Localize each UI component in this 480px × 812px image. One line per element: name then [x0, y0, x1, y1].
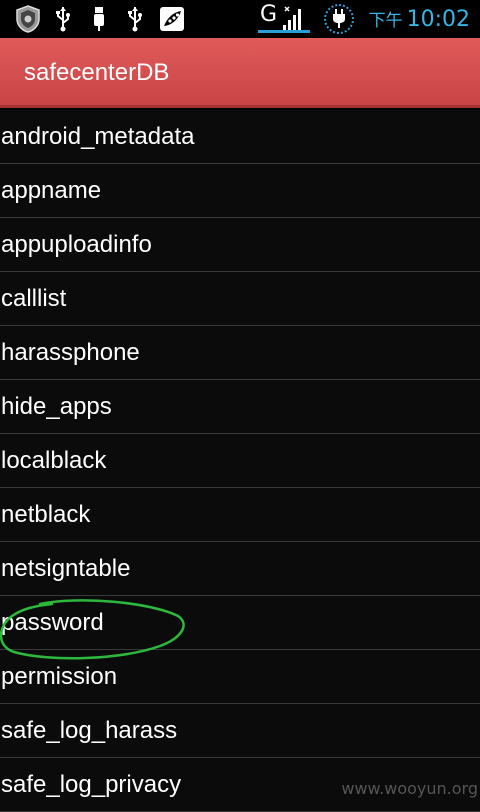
title-bar: safecenterDB — [0, 38, 480, 108]
list-item[interactable]: safe_log_harass — [0, 704, 480, 758]
list-item[interactable]: netsigntable — [0, 542, 480, 596]
list-item-label: harassphone — [1, 339, 140, 366]
list-item-label: safe_log_privacy — [1, 771, 182, 798]
list-item-label: netsigntable — [1, 555, 131, 582]
usb-icon — [124, 0, 146, 38]
list-item[interactable]: appuploadinfo — [0, 218, 480, 272]
network-type: G — [260, 2, 278, 27]
clock-time: 10:02 — [406, 7, 470, 32]
clock-period: 下午 — [368, 11, 403, 31]
list-item-label: android_metadata — [1, 123, 195, 150]
list-item-label: netblack — [1, 501, 91, 528]
usb-icon — [52, 0, 74, 38]
list-item[interactable]: android_metadata — [0, 110, 480, 164]
list-item[interactable]: localblack — [0, 434, 480, 488]
list-item[interactable]: netblack — [0, 488, 480, 542]
list-item[interactable]: appname — [0, 164, 480, 218]
table-list: android_metadata appname appuploadinfo c… — [0, 110, 480, 812]
list-item-label: localblack — [1, 447, 107, 474]
list-item-label: permission — [1, 663, 118, 690]
list-item[interactable]: harassphone — [0, 326, 480, 380]
list-item[interactable]: hide_apps — [0, 380, 480, 434]
list-item-label: hide_apps — [1, 393, 112, 420]
battery-charging-icon — [324, 4, 354, 34]
shield-icon — [14, 0, 42, 38]
status-bar: G 下午 10:02 — [0, 0, 480, 38]
list-item-label: calllist — [1, 285, 67, 312]
usb-icon — [88, 0, 110, 38]
list-item-label: password — [1, 609, 104, 636]
list-item[interactable]: permission — [0, 650, 480, 704]
clock: 下午 10:02 — [369, 6, 470, 32]
peapod-icon — [158, 0, 186, 38]
list-item-label: safe_log_harass — [1, 717, 178, 744]
signal-activity-bar — [258, 30, 310, 33]
list-item-label: appuploadinfo — [1, 231, 152, 258]
watermark: www.wooyun.org — [341, 779, 478, 798]
page-title: safecenterDB — [24, 59, 170, 86]
list-item-label: appname — [1, 177, 102, 204]
list-item[interactable]: calllist — [0, 272, 480, 326]
list-item-password[interactable]: password — [0, 596, 480, 650]
